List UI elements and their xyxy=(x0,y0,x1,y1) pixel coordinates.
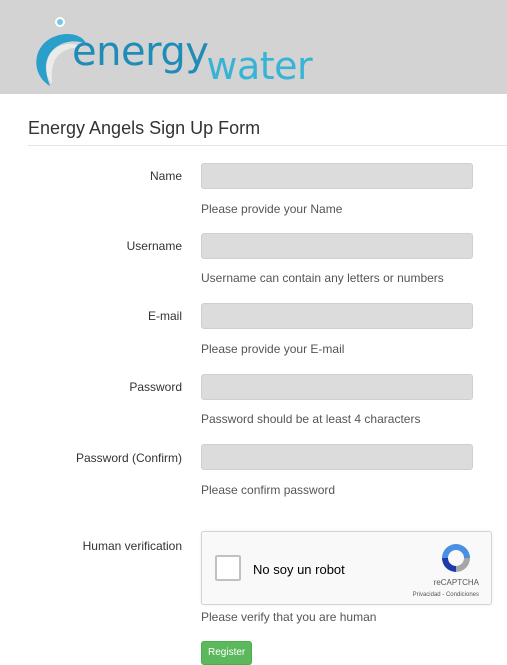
recaptcha-checkbox[interactable] xyxy=(215,555,241,581)
human-verification-label: Human verification xyxy=(82,539,182,553)
username-input[interactable] xyxy=(201,233,473,259)
energywater-logo[interactable]: energywater xyxy=(30,8,313,92)
logo-primary-text: energy xyxy=(72,29,209,75)
recaptcha-privacy-terms-links[interactable]: Privacidad - Condiciones xyxy=(413,592,479,598)
recaptcha-checkbox-label: No soy un robot xyxy=(253,562,345,577)
title-divider xyxy=(28,145,507,146)
logo-secondary-text: water xyxy=(206,44,313,88)
password-confirm-label: Password (Confirm) xyxy=(75,451,182,465)
logo-wordmark: energywater xyxy=(72,29,313,85)
site-header: energywater xyxy=(0,0,507,94)
username-help-text: Username can contain any letters or numb… xyxy=(201,271,444,285)
password-confirm-input[interactable] xyxy=(201,444,473,470)
name-label: Name xyxy=(149,169,182,183)
password-label: Password xyxy=(129,380,182,394)
recaptcha-widget: No soy un robot reCAPTCHA Privacidad - C… xyxy=(201,531,492,605)
form-title: Energy Angels Sign Up Form xyxy=(28,118,261,138)
password-input[interactable] xyxy=(201,374,473,400)
recaptcha-logo-icon xyxy=(442,544,470,572)
verification-help-text: Please verify that you are human xyxy=(201,610,377,624)
password-help-text: Password should be at least 4 characters xyxy=(201,412,421,426)
register-button[interactable]: Register xyxy=(201,641,253,665)
password-confirm-help-text: Please confirm password xyxy=(201,483,336,497)
email-input[interactable] xyxy=(201,303,473,329)
name-input[interactable] xyxy=(201,163,473,189)
name-help-text: Please provide your Name xyxy=(201,202,343,216)
email-help-text: Please provide your E-mail xyxy=(201,342,345,356)
username-label: Username xyxy=(126,239,182,253)
recaptcha-brand: reCAPTCHA xyxy=(433,578,479,587)
email-label: E-mail xyxy=(147,309,182,323)
